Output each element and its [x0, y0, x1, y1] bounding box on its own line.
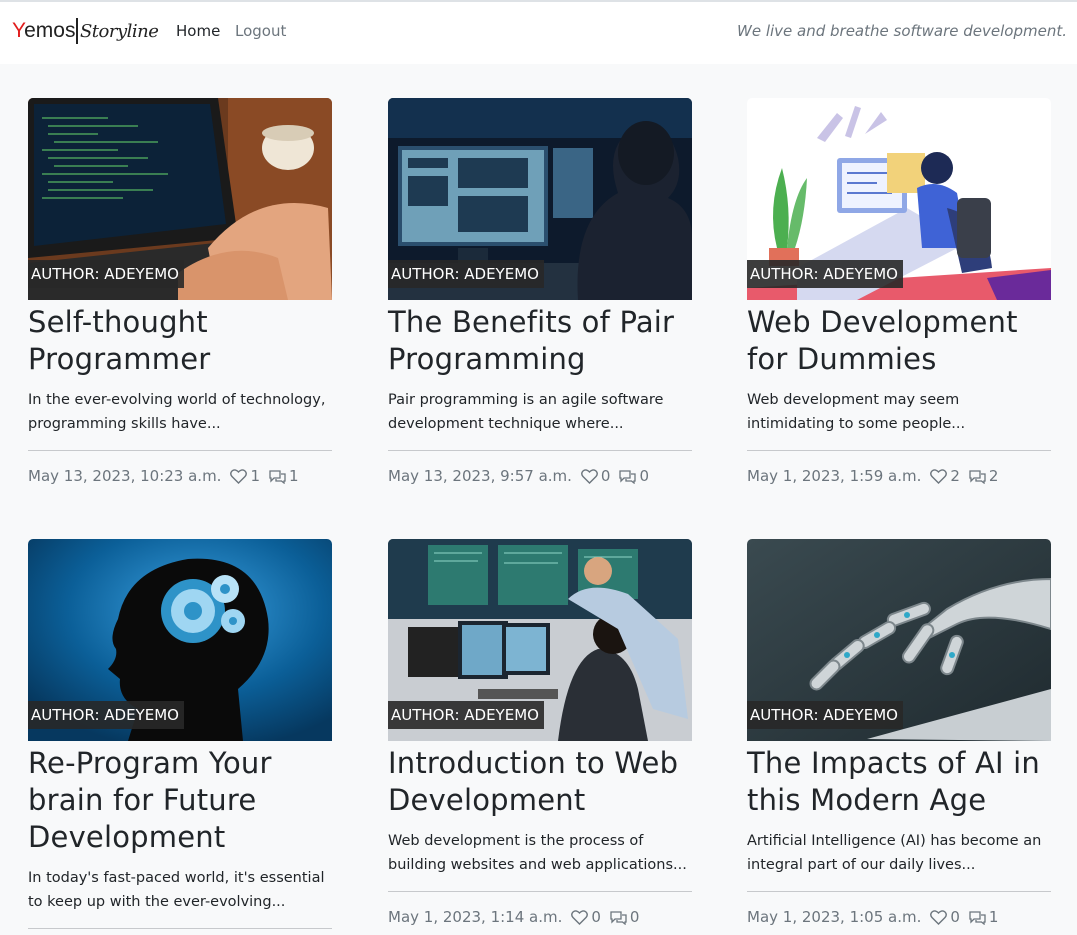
comment-count: 0	[639, 467, 649, 485]
post-card: AUTHOR: ADEYEMO Web Development for Dumm…	[747, 98, 1051, 485]
nav-logout-link[interactable]: Logout	[235, 22, 286, 40]
post-excerpt: Web development is the process of buildi…	[388, 833, 687, 873]
post-meta: May 13, 2023, 9:57 a.m. 0 0	[388, 467, 692, 485]
card-divider	[28, 928, 332, 929]
tagline: We live and breathe software development…	[736, 22, 1067, 40]
post-card: AUTHOR: ADEYEMO The Impacts of AI in thi…	[747, 539, 1051, 926]
post-image[interactable]: AUTHOR: ADEYEMO	[28, 98, 332, 300]
post-meta: May 1, 2023, 1:05 a.m. 0 1	[747, 908, 1051, 926]
post-meta: May 1, 2023, 1:59 a.m. 2 2	[747, 467, 1051, 485]
like-count: 2	[950, 467, 960, 485]
comments-icon[interactable]	[969, 910, 986, 925]
post-card: AUTHOR: ADEYEMO Re-Program Your brain fo…	[28, 539, 332, 929]
post-meta: May 13, 2023, 10:23 a.m. 1 1	[28, 467, 332, 485]
card-divider	[747, 450, 1051, 451]
post-date: May 1, 2023, 1:05 a.m.	[747, 908, 922, 926]
post-title[interactable]: Self-thought Programmer	[28, 304, 332, 378]
like-count: 0	[591, 908, 601, 926]
post-image[interactable]: AUTHOR: ADEYEMO	[28, 539, 332, 741]
comment-count: 1	[988, 908, 999, 926]
brand-script: Storyline	[79, 20, 159, 42]
card-divider	[388, 891, 692, 892]
post-excerpt: Pair programming is an agile software de…	[388, 392, 664, 432]
author-badge: AUTHOR: ADEYEMO	[388, 701, 544, 729]
like-count: 1	[250, 467, 260, 485]
post-title[interactable]: Re-Program Your brain for Future Develop…	[28, 745, 332, 856]
nav-home-link[interactable]: Home	[176, 22, 220, 40]
card-divider	[747, 891, 1051, 892]
post-excerpt: Web development may seem intimidating to…	[747, 392, 966, 432]
card-divider	[28, 450, 332, 451]
post-title[interactable]: Introduction to Web Development	[388, 745, 692, 819]
like-count: 0	[600, 467, 611, 485]
comment-count: 0	[629, 908, 640, 926]
post-excerpt: In today's fast-paced world, it's essent…	[28, 870, 325, 910]
comments-icon[interactable]	[619, 469, 637, 484]
comment-count: 2	[988, 467, 999, 485]
comments-icon[interactable]	[969, 469, 986, 484]
post-image[interactable]: AUTHOR: ADEYEMO	[747, 98, 1051, 300]
card-divider	[388, 450, 692, 451]
comment-count: 1	[289, 467, 299, 485]
post-date: May 13, 2023, 10:23 a.m.	[28, 467, 222, 485]
heart-icon[interactable]	[930, 909, 948, 925]
navbar: Yemos Storyline Home Logout We live and …	[0, 0, 1077, 64]
post-image[interactable]: AUTHOR: ADEYEMO	[388, 98, 692, 300]
post-image[interactable]: AUTHOR: ADEYEMO	[388, 539, 692, 741]
heart-icon[interactable]	[930, 468, 948, 484]
post-card: AUTHOR: ADEYEMO Introduction to Web Deve…	[388, 539, 692, 926]
brand-logo[interactable]: Yemos Storyline	[12, 16, 159, 46]
brand-divider	[76, 18, 78, 44]
post-date: May 13, 2023, 9:57 a.m.	[388, 467, 572, 485]
comments-icon[interactable]	[269, 469, 286, 484]
post-meta: May 1, 2023, 1:14 a.m. 0 0	[388, 908, 692, 926]
author-badge: AUTHOR: ADEYEMO	[28, 260, 184, 288]
author-badge: AUTHOR: ADEYEMO	[747, 701, 903, 729]
post-title[interactable]: Web Development for Dummies	[747, 304, 1051, 378]
post-date: May 1, 2023, 1:14 a.m.	[388, 908, 563, 926]
author-badge: AUTHOR: ADEYEMO	[28, 701, 184, 729]
post-image[interactable]: AUTHOR: ADEYEMO	[747, 539, 1051, 741]
brand-wordmark: Yemos	[12, 19, 76, 42]
author-badge: AUTHOR: ADEYEMO	[747, 260, 903, 288]
post-excerpt: In the ever-evolving world of technology…	[28, 392, 326, 432]
post-card: AUTHOR: ADEYEMO Self-thought Programmer …	[28, 98, 332, 485]
post-title[interactable]: The Impacts of AI in this Modern Age	[747, 745, 1051, 819]
heart-icon[interactable]	[580, 468, 598, 484]
comments-icon[interactable]	[610, 910, 627, 925]
post-date: May 1, 2023, 1:59 a.m.	[747, 467, 922, 485]
author-badge: AUTHOR: ADEYEMO	[388, 260, 544, 288]
like-count: 0	[950, 908, 960, 926]
post-card: AUTHOR: ADEYEMO The Benefits of Pair Pro…	[388, 98, 692, 485]
heart-icon[interactable]	[571, 909, 589, 925]
post-excerpt: Artificial Intelligence (AI) has become …	[747, 833, 1042, 873]
post-title[interactable]: The Benefits of Pair Programming	[388, 304, 692, 378]
heart-icon[interactable]	[230, 468, 248, 484]
